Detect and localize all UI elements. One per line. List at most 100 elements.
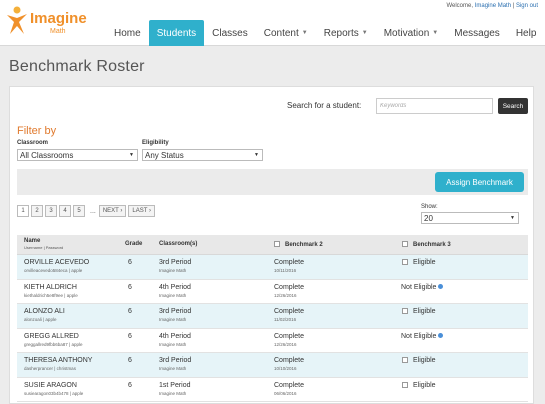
info-icon[interactable]	[438, 283, 444, 289]
student-cell: ORVILLE ACEVEDO orvilleacevedo584eca | ap…	[24, 259, 89, 273]
nav-help-label: Help	[515, 27, 537, 39]
page-size-value: 20	[424, 214, 433, 223]
student-cell: THERESA ANTHONY dasherprancer | christmas	[24, 357, 92, 371]
chevron-down-icon: ▼	[254, 152, 259, 158]
search-button[interactable]: Search	[498, 98, 528, 114]
page-size-select[interactable]: 20 ▼	[421, 212, 519, 224]
benchmark-2-status: Complete	[274, 332, 304, 340]
header-classrooms[interactable]: Classroom(s)	[159, 241, 197, 247]
header-grade[interactable]: Grade	[125, 241, 142, 247]
nav-reports[interactable]: Reports ▼	[316, 20, 376, 46]
classroom-cell: 3rd Period Imagine Math	[159, 308, 191, 322]
select-all-benchmark-2-checkbox[interactable]	[274, 241, 280, 247]
benchmark-3-checkbox[interactable]	[402, 357, 408, 363]
sign-out-link[interactable]: Sign out	[516, 3, 538, 9]
benchmark-3-status: Eligible	[413, 381, 436, 389]
benchmark-3-checkbox[interactable]	[402, 381, 408, 388]
grade-cell: 6	[128, 259, 132, 266]
eligibility-select[interactable]: Any Status ▼	[142, 149, 263, 161]
benchmark-2-status: Complete	[274, 357, 304, 364]
period-name: 4th Period	[159, 283, 191, 291]
benchmark-3-checkbox[interactable]	[402, 259, 408, 265]
benchmark-2-status: Complete	[274, 259, 304, 266]
table-body: ORVILLE ACEVEDO orvilleacevedo584eca | ap…	[17, 255, 528, 402]
benchmark-3-status: Eligible	[413, 259, 436, 266]
pagination: 1 2 3 4 5 ... NEXT › LAST ›	[17, 205, 157, 217]
select-all-benchmark-3-checkbox[interactable]	[402, 241, 408, 247]
page-button-3[interactable]: 3	[45, 205, 57, 217]
action-bar: Assign Benchmark	[17, 169, 528, 195]
benchmark-2-cell: Complete 11/02/2016	[274, 308, 304, 322]
header-benchmark-3-label: Benchmark 3	[413, 242, 451, 248]
table-row: ORVILLE ACEVEDO orvilleacevedo584eca | ap…	[17, 255, 528, 280]
table-row: ALONZO ALI alonzoali | apple 6 3rd Period Im…	[17, 304, 528, 329]
benchmark-2-date: 12/26/2016	[274, 341, 297, 347]
benchmark-3-cell: Eligible	[402, 308, 436, 315]
student-cell: KIETH ALDRICH kiethaldrich5e8f9ee | apple	[24, 284, 78, 298]
table-header: Name Username | Password Grade Classroom…	[17, 235, 528, 255]
classroom-cell: 4th Period Imagine Math	[159, 333, 191, 347]
benchmark-3-status: Eligible	[413, 357, 436, 364]
benchmark-2-cell: Complete 12/26/2016	[274, 284, 304, 298]
student-name[interactable]: THERESA ANTHONY	[24, 357, 92, 364]
student-name[interactable]: GREGG ALLRED	[24, 333, 79, 340]
nav-messages[interactable]: Messages	[446, 20, 508, 46]
benchmark-2-date: 06/06/2016	[274, 390, 297, 396]
classroom-select[interactable]: All Classrooms ▼	[17, 149, 138, 161]
benchmark-3-cell: Eligible	[402, 381, 436, 389]
classroom-cell: 3rd Period Imagine Math	[159, 357, 191, 371]
page-button-2[interactable]: 2	[31, 205, 43, 217]
student-cell: GREGG ALLRED greggallred9fbb6ba87 | apple	[24, 333, 82, 347]
student-name[interactable]: KIETH ALDRICH	[24, 284, 77, 291]
classroom-select-value: All Classrooms	[20, 151, 74, 160]
header-benchmark-2: Benchmark 2	[274, 241, 323, 248]
student-name[interactable]: SUSIE ARAGON	[24, 382, 77, 389]
benchmark-2-status: Complete	[274, 283, 304, 291]
nav-content[interactable]: Content ▼	[256, 20, 316, 46]
classroom-cell: 3rd Period Imagine Math	[159, 259, 191, 273]
nav-help[interactable]: Help	[508, 20, 545, 46]
nav-students[interactable]: Students	[148, 20, 205, 46]
nav-home[interactable]: Home	[106, 20, 149, 46]
benchmark-2-date: 12/26/2016	[274, 292, 297, 298]
assign-benchmark-button[interactable]: Assign Benchmark	[435, 172, 524, 192]
show-label: Show:	[421, 204, 438, 210]
school-name: Imagine Math	[159, 366, 187, 371]
imagine-math-logo[interactable]: Imagine Math	[4, 2, 94, 42]
benchmark-2-date: 11/02/2016	[274, 317, 297, 322]
welcome-text: Welcome,	[446, 3, 474, 9]
page-button-4[interactable]: 4	[59, 205, 71, 217]
benchmark-2-cell: Complete 12/26/2016	[274, 333, 304, 347]
nav-motivation[interactable]: Motivation ▼	[376, 20, 447, 46]
nav-classes-label: Classes	[212, 27, 248, 39]
nav-classes[interactable]: Classes	[204, 20, 256, 46]
benchmark-3-cell: Eligible	[402, 259, 436, 266]
page-button-5[interactable]: 5	[73, 205, 85, 217]
benchmark-3-status: Not Eligible	[401, 283, 437, 291]
student-name[interactable]: ORVILLE ACEVEDO	[24, 259, 89, 266]
grade-cell: 6	[128, 357, 132, 364]
school-name: Imagine Math	[159, 268, 187, 273]
period-name: 3rd Period	[159, 357, 192, 364]
header-name[interactable]: Name Username | Password	[24, 238, 63, 250]
benchmark-3-status: Eligible	[413, 308, 436, 315]
last-page-button[interactable]: LAST ›	[128, 205, 155, 217]
main-nav: Home Students Classes Content ▼ Reports ▼ …	[106, 20, 544, 46]
roster-table: Name Username | Password Grade Classroom…	[17, 235, 528, 402]
user-name-link[interactable]: Imagine Math	[475, 3, 511, 9]
star-figure-icon	[7, 6, 27, 34]
period-name: 1st Period	[159, 381, 191, 389]
info-icon[interactable]	[438, 332, 444, 338]
student-login: alonzoali | apple	[24, 317, 57, 322]
page-button-1[interactable]: 1	[17, 205, 29, 217]
benchmark-3-checkbox[interactable]	[402, 308, 408, 314]
student-name[interactable]: ALONZO ALI	[24, 308, 65, 315]
nav-reports-label: Reports	[323, 27, 359, 39]
next-page-button[interactable]: NEXT ›	[98, 205, 127, 217]
benchmark-2-date: 10/11/2016	[274, 268, 297, 273]
eligibility-select-value: Any Status	[145, 151, 184, 160]
benchmark-3-status: Not Eligible	[401, 332, 437, 340]
student-search-input[interactable]	[376, 98, 493, 114]
chevron-down-icon: ▼	[510, 215, 515, 221]
logo-subtitle: Math	[50, 28, 66, 35]
